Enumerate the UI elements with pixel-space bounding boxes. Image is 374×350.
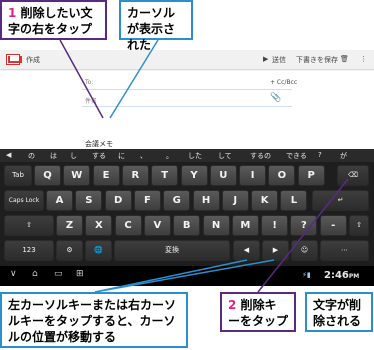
key-g[interactable]: G: [163, 190, 191, 211]
clock: 2:46PM: [324, 270, 360, 281]
key-y[interactable]: Y: [180, 165, 208, 186]
key-b[interactable]: B: [173, 215, 201, 236]
keyboard: Tab Q W E R T Y U I O P ⌫ Caps Lock A S D F G H J K L ↵ ⇧ Z X C V B N…: [0, 162, 374, 266]
key-m[interactable]: M: [231, 215, 259, 236]
candidate-item[interactable]: するの: [250, 151, 271, 161]
key-n[interactable]: N: [202, 215, 230, 236]
key-j[interactable]: J: [221, 190, 249, 211]
candidate-item[interactable]: が: [340, 151, 347, 161]
numbers-key[interactable]: 123: [4, 240, 54, 261]
enter-key[interactable]: ↵: [312, 190, 369, 211]
attach-icon[interactable]: 📎: [270, 93, 281, 103]
compose-area: To: + Cc/Bcc 件名 📎 会議メモ: [0, 71, 374, 149]
key-v[interactable]: V: [143, 215, 171, 236]
language-icon[interactable]: 🌐: [85, 240, 112, 261]
key-i[interactable]: I: [239, 165, 267, 186]
cc-bcc-button[interactable]: + Cc/Bcc: [270, 79, 297, 86]
callout-text: カーソルが表示された: [127, 6, 176, 52]
candidate-back-icon[interactable]: ◀: [6, 151, 11, 159]
callout-cursor-keys: 左カーソルキーまたは右カーソルキーをタップすると、カーソルの位置が移動する: [0, 292, 188, 348]
key-f[interactable]: F: [133, 190, 161, 211]
callout-cursor-shown: カーソルが表示された: [119, 0, 193, 52]
candidate-item[interactable]: に: [118, 151, 125, 161]
candidate-item[interactable]: する: [92, 151, 106, 161]
send-icon[interactable]: ▶: [263, 55, 268, 63]
callout-text: 左カーソルキーまたは右カーソルキーをタップすると、カーソルの位置が移動する: [8, 298, 177, 344]
step-number-1: 1: [8, 6, 17, 20]
key-c[interactable]: C: [114, 215, 142, 236]
caps-lock-key[interactable]: Caps Lock: [4, 190, 44, 211]
tablet-screen: 作成 ▶ 送信 下書きを保存 🗑 ⋮ To: + Cc/Bcc 件名 📎 会議メ…: [0, 50, 374, 286]
action-bar: 作成 ▶ 送信 下書きを保存 🗑 ⋮: [0, 50, 374, 70]
key-q[interactable]: Q: [34, 165, 61, 186]
send-button[interactable]: 送信: [272, 55, 286, 65]
key-exclaim[interactable]: !: [261, 215, 289, 236]
subject-label: 件名: [85, 98, 98, 105]
grid-icon[interactable]: ⊞: [76, 269, 84, 279]
key-d[interactable]: D: [104, 190, 132, 211]
callout-tap-right-of-char: 1 削除したい文字の右をタップ: [0, 0, 107, 40]
key-z[interactable]: Z: [56, 215, 83, 236]
key-hyphen[interactable]: -: [319, 215, 347, 236]
right-cursor-key[interactable]: ▶: [262, 240, 289, 261]
key-o[interactable]: O: [268, 165, 296, 186]
key-a[interactable]: A: [46, 190, 73, 211]
left-cursor-key[interactable]: ◀: [233, 240, 260, 261]
key-e[interactable]: E: [92, 165, 120, 186]
candidate-bar: ◀ の は し する に 、 。 した して するの できる? が: [0, 149, 374, 162]
save-draft-button[interactable]: 下書きを保存: [296, 55, 338, 65]
key-p[interactable]: P: [297, 165, 325, 186]
gmail-icon: [6, 54, 20, 65]
emoji-key[interactable]: ☺: [291, 240, 318, 261]
key-h[interactable]: H: [192, 190, 220, 211]
candidate-item[interactable]: ?: [318, 151, 322, 159]
key-t[interactable]: T: [151, 165, 179, 186]
step-number-2: 2: [228, 298, 237, 312]
navigation-bar: ∨ ⌂ ▭ ⊞ ⚡▮ 2:46PM: [0, 266, 374, 286]
more-key[interactable]: ⋯: [320, 240, 369, 261]
candidate-item[interactable]: し: [70, 151, 77, 161]
hide-keyboard-icon[interactable]: ∨: [10, 269, 17, 279]
key-k[interactable]: K: [251, 190, 279, 211]
key-l[interactable]: L: [280, 190, 308, 211]
candidate-item[interactable]: 、: [140, 151, 147, 161]
candidate-item[interactable]: した: [188, 151, 202, 161]
candidate-item[interactable]: 。: [166, 151, 173, 161]
key-x[interactable]: X: [85, 215, 113, 236]
callout-text: 削除したい文字の右をタップ: [8, 6, 93, 36]
to-label: To:: [85, 79, 94, 86]
home-icon[interactable]: ⌂: [32, 269, 38, 279]
action-bar-title: 作成: [26, 56, 40, 64]
callout-tap-delete: 2 削除キーをタップ: [220, 292, 296, 332]
tab-key[interactable]: Tab: [4, 165, 32, 186]
shift-key-right[interactable]: ⇧: [349, 215, 369, 236]
settings-icon[interactable]: ⚙: [56, 240, 83, 261]
shift-key-left[interactable]: ⇧: [4, 215, 54, 236]
key-u[interactable]: U: [209, 165, 237, 186]
candidate-item[interactable]: の: [28, 151, 35, 161]
key-question[interactable]: ?: [290, 215, 318, 236]
delete-key[interactable]: ⌫: [337, 165, 369, 186]
subject-field[interactable]: [82, 106, 292, 107]
status-icons: ⚡▮: [302, 271, 311, 279]
key-w[interactable]: W: [63, 165, 91, 186]
callout-text: 削除キーをタップ: [228, 298, 289, 328]
space-convert-key[interactable]: 変換: [114, 240, 230, 261]
candidate-item[interactable]: は: [50, 151, 57, 161]
to-field[interactable]: [82, 89, 292, 90]
discard-icon[interactable]: 🗑: [340, 55, 349, 63]
callout-char-deleted: 文字が削除される: [305, 292, 373, 332]
key-s[interactable]: S: [75, 190, 103, 211]
message-body[interactable]: 会議メモ: [85, 139, 113, 149]
callout-text: 文字が削除される: [313, 298, 362, 328]
candidate-item[interactable]: できる: [286, 151, 307, 161]
recent-apps-icon[interactable]: ▭: [54, 269, 63, 279]
key-r[interactable]: R: [121, 165, 149, 186]
candidate-item[interactable]: して: [218, 151, 232, 161]
overflow-menu-icon[interactable]: ⋮: [360, 55, 367, 63]
